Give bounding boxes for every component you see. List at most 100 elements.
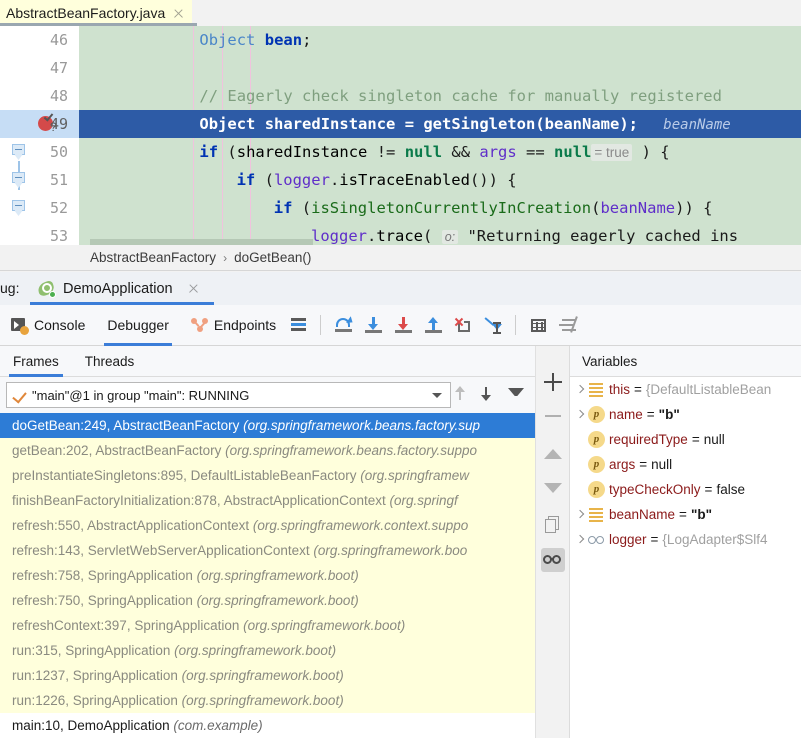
- frame-package: (org.springframework.boot): [174, 643, 337, 658]
- variables-tree[interactable]: this = {DefaultListableBean p name = "b" p requi…: [569, 377, 801, 738]
- frame-row[interactable]: refresh:758, SpringApplication (org.spri…: [0, 563, 535, 588]
- frame-package: (org.springframework.boot): [181, 668, 344, 683]
- step-over-icon[interactable]: [328, 305, 358, 346]
- frame-row[interactable]: run:315, SpringApplication (org.springfr…: [0, 638, 535, 663]
- code-token: null: [404, 143, 443, 161]
- chevron-right-icon[interactable]: [572, 377, 588, 402]
- variable-value: {LogAdapter$Slf4: [662, 532, 768, 547]
- step-into-icon[interactable]: [358, 305, 388, 346]
- frame-package: (org.springframework.beans.factory.sup: [243, 418, 481, 433]
- variable-row[interactable]: p requiredType = null: [570, 427, 801, 452]
- code-token: Object sharedInstance = getSingleton(bea…: [199, 115, 638, 133]
- frame-package: (org.springframework.beans.factory.suppo: [225, 443, 478, 458]
- frame-row[interactable]: main:10, DemoApplication (com.example): [0, 713, 535, 738]
- line-number: 50: [49, 143, 68, 161]
- toolbar-separator: [515, 315, 517, 335]
- variable-row[interactable]: p typeCheckOnly = false: [570, 477, 801, 502]
- frame-row[interactable]: refresh:143, ServletWebServerApplication…: [0, 538, 535, 563]
- glasses-icon[interactable]: [541, 548, 565, 572]
- close-icon[interactable]: [187, 282, 200, 295]
- frame-package: (org.springframework.boot): [243, 618, 406, 633]
- tab-frames[interactable]: Frames: [0, 346, 72, 377]
- force-step-into-icon[interactable]: [388, 305, 418, 346]
- tab-debugger[interactable]: Debugger: [96, 305, 180, 346]
- frame-row[interactable]: preInstantiateSingletons:895, DefaultLis…: [0, 463, 535, 488]
- chevron-right-icon[interactable]: [572, 502, 588, 527]
- frame-row[interactable]: getBean:202, AbstractBeanFactory (org.sp…: [0, 438, 535, 463]
- code-token: isSingletonCurrentlyInCreation: [311, 199, 592, 217]
- code-line[interactable]: if (sharedInstance != null && args == nu…: [125, 138, 801, 166]
- frame-method: doGetBean:249, AbstractBeanFactory: [12, 418, 244, 433]
- run-configuration-name: DemoApplication: [63, 280, 173, 297]
- code-line[interactable]: if (logger.isTraceEnabled()) {: [125, 166, 801, 194]
- variable-row[interactable]: beanName = "b": [570, 502, 801, 527]
- drop-frame-icon[interactable]: [448, 305, 478, 346]
- chevron-down-icon[interactable]: [432, 392, 442, 398]
- variable-row[interactable]: logger = {LogAdapter$Slf4: [570, 527, 801, 552]
- code-line[interactable]: // Eagerly check singleton cache for man…: [125, 82, 801, 110]
- breadcrumb-class[interactable]: AbstractBeanFactory: [90, 250, 216, 265]
- tab-console[interactable]: Console: [0, 305, 96, 346]
- variable-row[interactable]: p args = null: [570, 452, 801, 477]
- code-editor[interactable]: ? 46 47 48 49 50 51 52 53 54 Object bean…: [0, 26, 801, 245]
- step-out-icon[interactable]: [418, 305, 448, 346]
- code-token: if: [199, 143, 219, 161]
- code-line[interactable]: Object bean;: [125, 26, 801, 54]
- variable-name: beanName: [609, 507, 676, 522]
- code-line[interactable]: [125, 54, 801, 82]
- copy-icon[interactable]: [541, 512, 565, 536]
- code-line[interactable]: logger.trace( o: "Returning eagerly cach…: [125, 222, 801, 245]
- minus-icon[interactable]: [541, 404, 565, 428]
- arrow-up-icon[interactable]: [451, 382, 477, 408]
- code-token: ()) {: [469, 171, 517, 189]
- thread-selector[interactable]: "main"@1 in group "main": RUNNING: [6, 382, 451, 408]
- run-to-cursor-icon[interactable]: [478, 305, 508, 346]
- evaluate-expression-icon[interactable]: [523, 305, 553, 346]
- tab-endpoints[interactable]: Endpoints: [180, 305, 287, 346]
- layout-settings-icon[interactable]: [553, 305, 583, 346]
- close-icon[interactable]: [172, 7, 185, 20]
- chevron-right-icon[interactable]: [572, 402, 588, 427]
- frame-method: preInstantiateSingletons:895, DefaultLis…: [12, 468, 361, 483]
- endpoints-icon: [190, 317, 208, 334]
- frame-row[interactable]: refresh:550, AbstractApplicationContext …: [0, 513, 535, 538]
- filter-icon[interactable]: [503, 382, 529, 408]
- frames-list[interactable]: doGetBean:249, AbstractBeanFactory (org.…: [0, 413, 535, 738]
- frame-method: run:1226, SpringApplication: [12, 693, 182, 708]
- code-token: beanName: [600, 199, 676, 217]
- settings-bars-icon[interactable]: [287, 305, 313, 346]
- frame-row[interactable]: refresh:750, SpringApplication (org.spri…: [0, 588, 535, 613]
- frame-row[interactable]: refreshContext:397, SpringApplication (o…: [0, 613, 535, 638]
- param-icon: p: [588, 406, 605, 423]
- code-line-current[interactable]: Object sharedInstance = getSingleton(bea…: [125, 110, 801, 138]
- variable-equals: =: [691, 432, 700, 447]
- triangle-up-icon[interactable]: [541, 442, 565, 466]
- frame-row[interactable]: run:1226, SpringApplication (org.springf…: [0, 688, 535, 713]
- run-configuration-tab[interactable]: DemoApplication: [30, 272, 208, 305]
- frame-method: refresh:143, ServletWebServerApplication…: [12, 543, 314, 558]
- code-token: isTraceEnabled: [339, 171, 470, 189]
- frame-row[interactable]: run:1237, SpringApplication (org.springf…: [0, 663, 535, 688]
- tab-threads[interactable]: Threads: [72, 346, 148, 377]
- variable-row[interactable]: this = {DefaultListableBean: [570, 377, 801, 402]
- code-text-area[interactable]: Object bean; // Eagerly check singleton …: [125, 26, 801, 245]
- breadcrumb-method[interactable]: doGetBean(): [234, 250, 311, 265]
- variable-value: false: [716, 482, 745, 497]
- code-token: &&: [442, 143, 480, 161]
- variable-equals: =: [679, 507, 687, 522]
- variable-row[interactable]: p name = "b": [570, 402, 801, 427]
- plus-icon[interactable]: [541, 370, 565, 394]
- frame-row[interactable]: doGetBean:249, AbstractBeanFactory (org.…: [0, 413, 535, 438]
- frame-method: main:10, DemoApplication: [12, 718, 174, 733]
- code-line[interactable]: if (isSingletonCurrentlyInCreation(beanN…: [125, 194, 801, 222]
- triangle-down-icon[interactable]: [541, 476, 565, 500]
- arrow-down-icon[interactable]: [477, 382, 503, 408]
- frame-row[interactable]: finishBeanFactoryInitialization:878, Abs…: [0, 488, 535, 513]
- breadcrumb[interactable]: AbstractBeanFactory › doGetBean(): [0, 245, 801, 271]
- chevron-right-icon[interactable]: [572, 527, 588, 552]
- frame-package: (org.springf: [389, 493, 458, 508]
- tab-frames-label: Frames: [13, 353, 59, 369]
- code-token: beanName: [638, 117, 731, 133]
